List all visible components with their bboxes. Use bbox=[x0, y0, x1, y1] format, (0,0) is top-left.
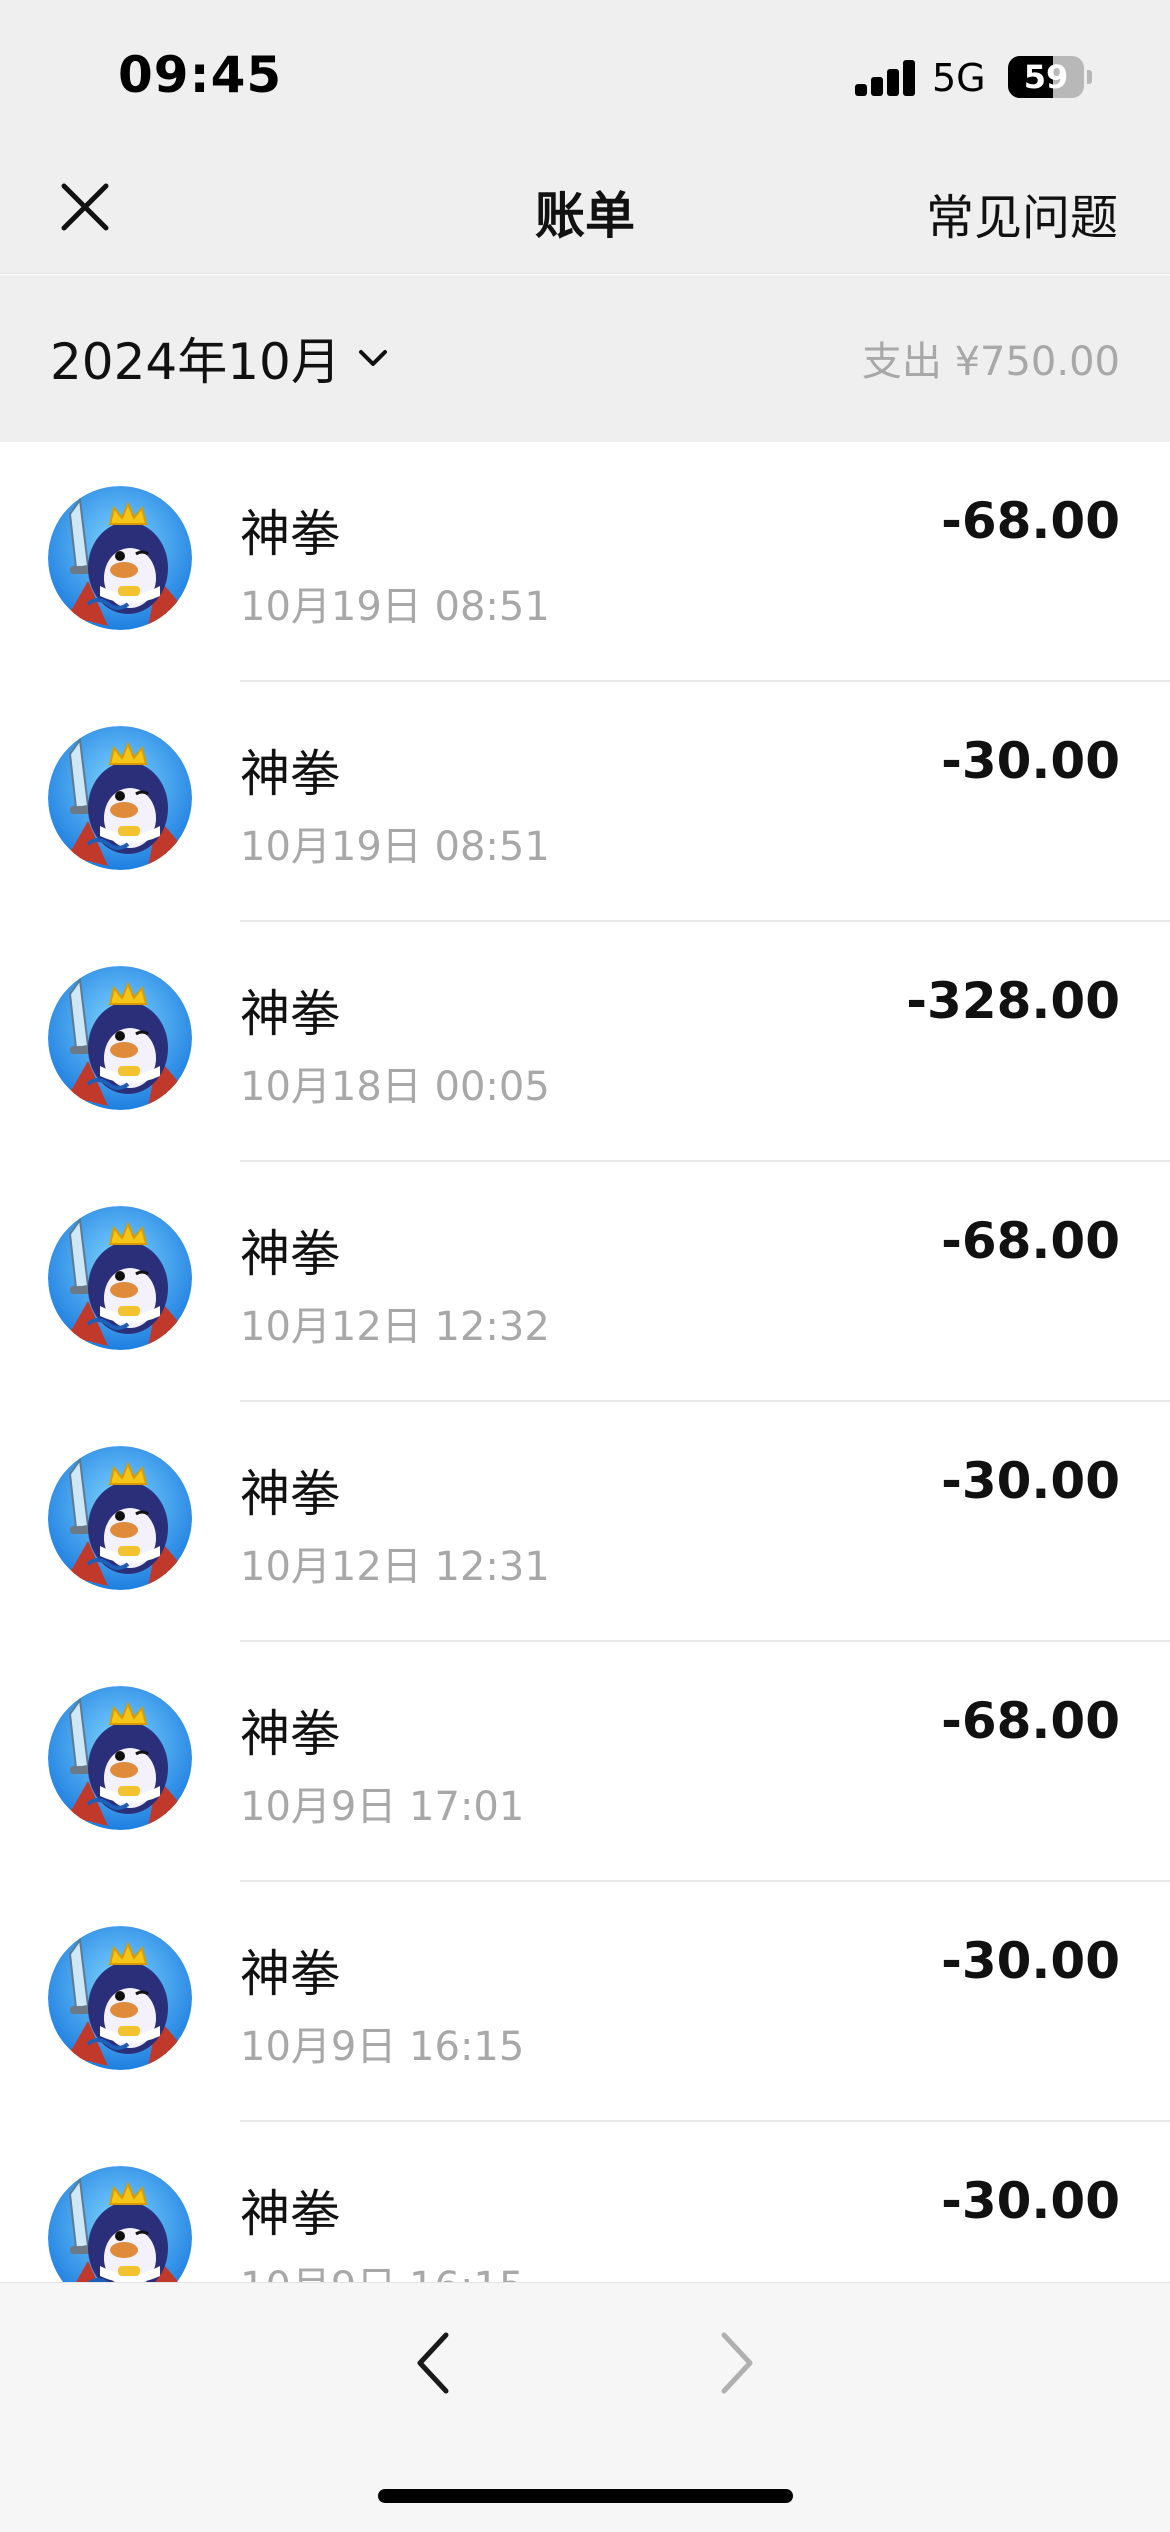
transaction-time: 10月12日 12:32 bbox=[240, 1304, 550, 1350]
transaction-title: 神拳 bbox=[240, 2185, 340, 2243]
transaction-amount: -30.00 bbox=[941, 1932, 1120, 1990]
avatar bbox=[48, 486, 192, 630]
avatar bbox=[48, 1446, 192, 1590]
transaction-title: 神拳 bbox=[240, 1225, 340, 1283]
transaction-row[interactable]: 神拳 10月9日 16:15 -30.00 bbox=[0, 2122, 1170, 2282]
nav-bar: 账单 常见问题 bbox=[0, 140, 1170, 274]
penguin-king-avatar-icon bbox=[48, 2166, 192, 2282]
transaction-row[interactable]: 神拳 10月12日 12:32 -68.00 bbox=[0, 1162, 1170, 1402]
month-label: 2024年10月 bbox=[50, 333, 341, 391]
network-type: 5G bbox=[932, 56, 986, 100]
cellular-signal-icon bbox=[855, 60, 917, 96]
transaction-title: 神拳 bbox=[240, 505, 340, 563]
penguin-king-avatar-icon bbox=[48, 966, 192, 1110]
chevron-left-icon bbox=[417, 2332, 449, 2394]
transaction-title: 神拳 bbox=[240, 1705, 340, 1763]
transaction-list: 神拳 10月19日 08:51 -68.00 神拳 10月19日 08:51 -… bbox=[0, 442, 1170, 2282]
avatar bbox=[48, 1206, 192, 1350]
battery-tip bbox=[1087, 70, 1092, 84]
transaction-time: 10月9日 16:15 bbox=[240, 2024, 525, 2070]
transaction-time: 10月19日 08:51 bbox=[240, 584, 550, 630]
transaction-title: 神拳 bbox=[240, 745, 340, 803]
penguin-king-avatar-icon bbox=[48, 726, 192, 870]
transaction-amount: -30.00 bbox=[941, 2172, 1120, 2230]
faq-link[interactable]: 常见问题 bbox=[926, 178, 1118, 248]
transaction-amount: -30.00 bbox=[941, 732, 1120, 790]
transaction-time: 10月18日 00:05 bbox=[240, 1064, 550, 1110]
status-time: 09:45 bbox=[118, 46, 283, 104]
status-bar: 09:45 5G 59 bbox=[0, 0, 1170, 140]
penguin-king-avatar-icon bbox=[48, 1446, 192, 1590]
back-button[interactable] bbox=[400, 2323, 470, 2403]
transaction-amount: -68.00 bbox=[941, 492, 1120, 550]
transaction-row[interactable]: 神拳 10月18日 00:05 -328.00 bbox=[0, 922, 1170, 1162]
transaction-time: 10月9日 17:01 bbox=[240, 1784, 525, 1830]
transaction-row[interactable]: 神拳 10月12日 12:31 -30.00 bbox=[0, 1402, 1170, 1642]
forward-button[interactable] bbox=[700, 2323, 770, 2403]
avatar bbox=[48, 1926, 192, 2070]
close-button[interactable] bbox=[50, 172, 120, 242]
month-expense-total: 支出 ¥750.00 bbox=[861, 339, 1120, 385]
home-indicator[interactable] bbox=[378, 2489, 793, 2503]
transaction-amount: -68.00 bbox=[941, 1212, 1120, 1270]
battery-percent: 59 bbox=[1023, 58, 1069, 96]
transaction-amount: -68.00 bbox=[941, 1692, 1120, 1750]
transaction-time: 10月19日 08:51 bbox=[240, 824, 550, 870]
transaction-time: 10月9日 16:15 bbox=[240, 2254, 524, 2282]
transaction-row[interactable]: 神拳 10月9日 16:15 -30.00 bbox=[0, 1882, 1170, 2122]
penguin-king-avatar-icon bbox=[48, 1206, 192, 1350]
month-picker[interactable]: 2024年10月 bbox=[50, 323, 393, 393]
penguin-king-avatar-icon bbox=[48, 486, 192, 630]
penguin-king-avatar-icon bbox=[48, 1686, 192, 1830]
battery-icon: 59 bbox=[1008, 56, 1084, 98]
transaction-row[interactable]: 神拳 10月9日 17:01 -68.00 bbox=[0, 1642, 1170, 1882]
transaction-amount: -30.00 bbox=[941, 1452, 1120, 1510]
avatar bbox=[48, 726, 192, 870]
avatar bbox=[48, 966, 192, 1110]
chevron-right-icon bbox=[721, 2332, 753, 2394]
transaction-row[interactable]: 神拳 10月19日 08:51 -68.00 bbox=[0, 442, 1170, 682]
month-filter-bar: 2024年10月 支出 ¥750.00 bbox=[0, 275, 1170, 442]
transaction-title: 神拳 bbox=[240, 1465, 340, 1523]
transaction-row[interactable]: 神拳 10月19日 08:51 -30.00 bbox=[0, 682, 1170, 922]
chevron-down-icon bbox=[358, 350, 387, 366]
close-icon bbox=[61, 183, 109, 231]
transaction-amount: -328.00 bbox=[906, 972, 1120, 1030]
avatar bbox=[48, 1686, 192, 1830]
transaction-title: 神拳 bbox=[240, 985, 340, 1043]
penguin-king-avatar-icon bbox=[48, 1926, 192, 2070]
transaction-title: 神拳 bbox=[240, 1945, 340, 2003]
avatar bbox=[48, 2166, 192, 2282]
transaction-time: 10月12日 12:31 bbox=[240, 1544, 550, 1590]
